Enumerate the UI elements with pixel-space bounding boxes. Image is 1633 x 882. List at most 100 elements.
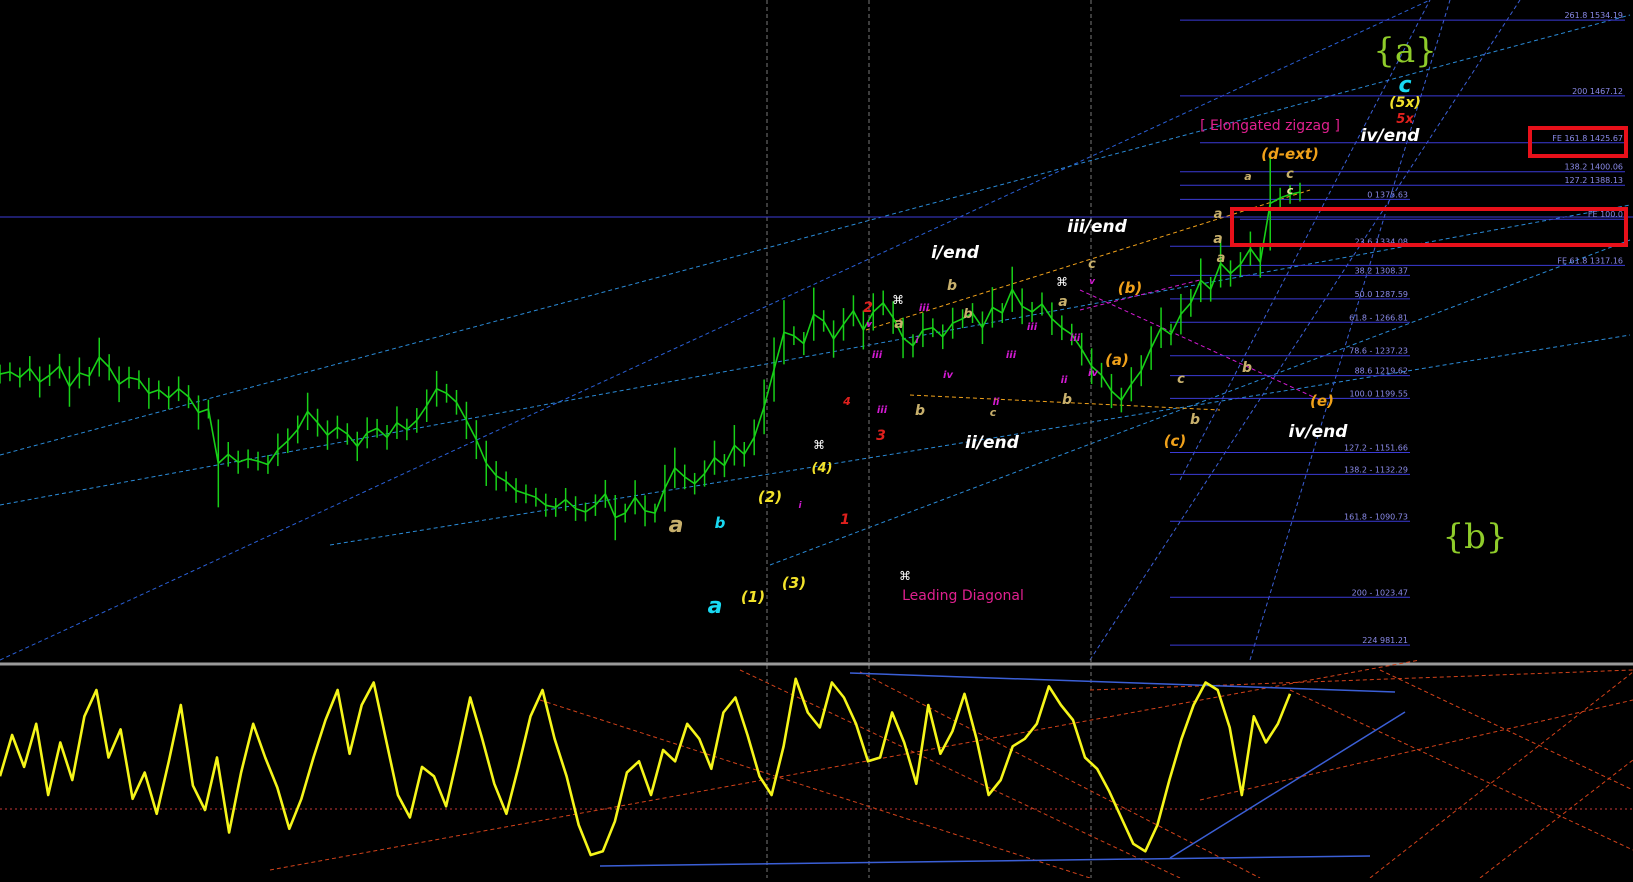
wave-label: a xyxy=(1058,294,1067,310)
wave-label: ii xyxy=(993,397,1000,408)
wave-label: iv xyxy=(943,370,953,381)
fib-level-label: 127.2 - 1151.66 xyxy=(1344,443,1408,452)
fib-level-label: 138.2 1400.06 xyxy=(1564,163,1623,172)
wave-label: a xyxy=(1217,251,1226,266)
fib-level-label: 161.8 - 1090.73 xyxy=(1344,512,1408,521)
wave-label: (a) xyxy=(1105,351,1129,369)
fib-level-label: FE 61.8 1317.16 xyxy=(1557,256,1623,265)
wave-label: iii xyxy=(872,350,883,361)
fib-level-label: 88.6 1219.62 xyxy=(1355,367,1408,376)
wave-label: {a} xyxy=(1373,31,1437,71)
wave-label: ⌘ xyxy=(899,569,911,583)
oscillator-trendline xyxy=(1369,671,1633,879)
wave-label: b xyxy=(715,514,726,532)
wave-label: {b} xyxy=(1442,517,1507,557)
fib-level-label: 50.0 1287.59 xyxy=(1355,290,1408,299)
wave-label: i xyxy=(798,501,802,511)
wave-label: b xyxy=(1190,412,1200,428)
wave-label: v xyxy=(866,320,873,330)
wave-label: 2 xyxy=(863,300,873,316)
wave-label: (5x) xyxy=(1389,95,1421,111)
fib-level-label: 38.2 1308.37 xyxy=(1355,266,1408,275)
wave-label: a xyxy=(1213,231,1222,247)
oscillator-line xyxy=(0,677,1292,857)
wave-label: iii xyxy=(919,303,930,314)
wave-label: i/end xyxy=(931,243,980,263)
wave-label: a xyxy=(1214,207,1223,222)
oscillator-support xyxy=(599,855,1371,867)
fib-level-label: 200 - 1023.47 xyxy=(1352,588,1408,597)
wave-label: [ Elongated zigzag ] xyxy=(1200,118,1340,134)
wave-label: ii/end xyxy=(965,433,1019,453)
wave-label: c xyxy=(1088,257,1096,272)
fib-level-label: 78.6 - 1237.23 xyxy=(1349,347,1408,356)
oscillator-rising-support xyxy=(1169,711,1406,859)
wave-label: b xyxy=(947,278,957,294)
fib-level-label: 224 981.21 xyxy=(1362,636,1408,645)
wave-label: v xyxy=(1089,277,1096,287)
oscillator-resistance xyxy=(849,672,1396,693)
wave-label: 4 xyxy=(842,395,851,408)
wave-label: iv xyxy=(1088,368,1098,379)
channel-line xyxy=(1089,0,1521,661)
fib-level-label: 138.2 - 1132.29 xyxy=(1344,465,1408,474)
wave-label: c xyxy=(1287,184,1294,197)
oscillator-trendline xyxy=(1379,669,1633,791)
wave-label: iv/end xyxy=(1361,126,1421,146)
wave-label: ⌘ xyxy=(892,293,904,307)
oscillator-trendline xyxy=(1479,759,1633,879)
wave-label: Leading Diagonal xyxy=(902,588,1024,604)
wave-label: c xyxy=(1286,167,1294,182)
wave-label: iii xyxy=(1070,333,1081,344)
wave-label: ii xyxy=(1061,375,1068,386)
wave-label: ⌘ xyxy=(813,438,825,452)
elliott-wave-chart: 261.8 1534.19 200 1467.12 FE 161.8 1425.67… xyxy=(0,0,1633,879)
wave-label: (b) xyxy=(1118,279,1142,297)
oscillator-trendline xyxy=(1089,669,1633,691)
oscillator-series xyxy=(0,677,1292,857)
fib-level-label: 0 1375.63 xyxy=(1367,190,1408,199)
fib-level-label: 127.2 1388.13 xyxy=(1564,176,1623,185)
wave-label: b xyxy=(963,307,972,322)
oscillator-trendline xyxy=(1199,699,1633,801)
wave-label: (d-ext) xyxy=(1261,145,1319,163)
wave-label: (2) xyxy=(758,488,782,506)
wave-label: (e) xyxy=(1310,392,1334,410)
wave-line xyxy=(1079,289,1321,401)
wave-label: c xyxy=(1177,372,1185,387)
fib-level-label: FE 161.8 1425.67 xyxy=(1552,134,1623,143)
fib-level-label: 261.8 1534.19 xyxy=(1564,11,1623,20)
channel-line xyxy=(0,0,1431,661)
wave-labels: {a}{b}c(5x)5xiv/end[ Elongated zigzag ](… xyxy=(669,31,1508,619)
fib-level-label: FE 100.0 xyxy=(1588,210,1623,219)
fib-level-label: 200 1467.12 xyxy=(1572,87,1623,96)
wave-label: (3) xyxy=(782,574,806,592)
wave-label: iii xyxy=(877,405,888,416)
chart-svg: 261.8 1534.19 200 1467.12 FE 161.8 1425.67… xyxy=(0,0,1633,879)
wave-label: a xyxy=(669,513,684,538)
wave-label: 5x xyxy=(1396,112,1414,127)
fib-level-label: 61.8 - 1266.81 xyxy=(1349,313,1408,322)
wave-label: iii/end xyxy=(1067,217,1127,237)
wave-label: iii xyxy=(1006,350,1017,361)
wave-label: (1) xyxy=(741,588,765,606)
wave-label: ⌘ xyxy=(1056,275,1068,289)
wave-label: 1 xyxy=(840,512,850,528)
oscillator-guides xyxy=(0,659,1633,879)
wave-label: iii xyxy=(1027,322,1038,333)
fib-level-label: 100.0 1199.55 xyxy=(1349,389,1408,398)
wave-label: a xyxy=(1244,170,1251,183)
price-series xyxy=(0,156,1301,541)
wave-label: a xyxy=(894,316,903,332)
wave-label: b xyxy=(1242,360,1252,376)
oscillator-trendline xyxy=(1289,689,1633,851)
wave-label: (c) xyxy=(1164,432,1187,450)
highlight-box-fe-100 xyxy=(1230,207,1628,247)
wave-label: b xyxy=(1062,392,1072,408)
oscillator-trendline xyxy=(739,669,1181,879)
wave-label: a xyxy=(708,594,723,619)
wave-label: (4) xyxy=(812,461,833,476)
wave-label: 3 xyxy=(876,428,886,444)
wave-label: iv/end xyxy=(1289,422,1349,442)
wave-label: b xyxy=(915,403,925,419)
